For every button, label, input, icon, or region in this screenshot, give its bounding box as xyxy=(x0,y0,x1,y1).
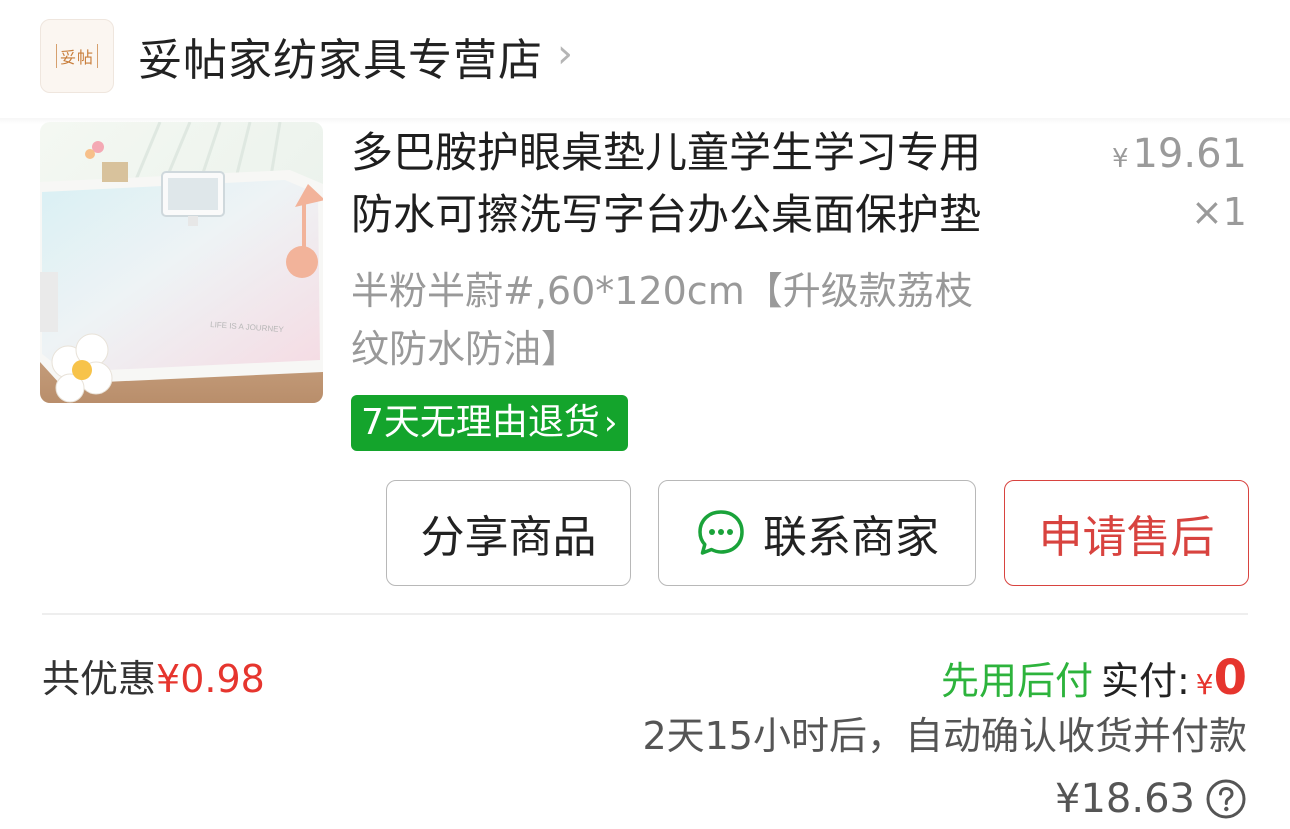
product-spec-line: 纹防水防油】 xyxy=(351,327,580,371)
product-spec: 半粉半蔚#,60*120cm【升级款荔枝 纹防水防油】 xyxy=(351,262,1071,378)
store-logo-text: 妥帖 xyxy=(55,44,98,68)
divider xyxy=(42,613,1248,615)
paid-currency: ¥ xyxy=(1195,668,1214,701)
payment-summary: 先用后付 实付: ¥0 xyxy=(941,648,1247,715)
question-mark-icon[interactable] xyxy=(1205,778,1247,820)
product-title[interactable]: 多巴胺护眼桌垫儿童学生学习专用 防水可擦洗写字台办公桌面保护垫 xyxy=(351,122,1091,246)
quantity: ×1 xyxy=(1190,190,1247,234)
discount-summary: 共优惠¥0.98 xyxy=(42,652,265,706)
price-value: 19.61 xyxy=(1132,131,1247,177)
return-policy-badge[interactable]: 7天无理由退货 › xyxy=(351,395,628,451)
price-currency: ¥ xyxy=(1111,144,1129,174)
discount-amount: ¥0.98 xyxy=(156,657,265,701)
apply-after-sale-label: 申请售后 xyxy=(1038,512,1215,563)
total-amount: ¥18.63 xyxy=(1055,776,1195,822)
discount-label: 共优惠 xyxy=(42,657,157,701)
product-image[interactable]: LIFE IS A JOURNEY xyxy=(40,122,323,403)
store-logo[interactable]: 妥帖 xyxy=(40,19,114,93)
unit-price: ¥19.61 xyxy=(1112,128,1247,185)
paid-amount: 0 xyxy=(1213,650,1247,706)
product-spec-line: 半粉半蔚#,60*120cm【升级款荔枝 xyxy=(351,269,973,313)
share-product-button[interactable]: 分享商品 xyxy=(386,480,631,586)
chat-bubble-icon xyxy=(698,510,744,555)
price-column: ¥19.61 ×1 xyxy=(1112,128,1247,239)
chevron-right-icon: › xyxy=(603,403,618,443)
contact-merchant-button[interactable]: 联系商家 xyxy=(658,480,976,586)
return-policy-label: 7天无理由退货 xyxy=(361,402,600,443)
share-product-label: 分享商品 xyxy=(420,512,597,563)
total-amount-row: ¥18.63 xyxy=(1055,770,1247,828)
pay-later-label[interactable]: 先用后付 xyxy=(941,659,1093,703)
product-title-line: 多巴胺护眼桌垫儿童学生学习专用 xyxy=(351,128,982,177)
store-name[interactable]: 妥帖家纺家具专营店 xyxy=(138,24,543,88)
paid-label: 实付: xyxy=(1100,659,1190,703)
auto-confirm-notice: 2天15小时后，自动确认收货并付款 xyxy=(642,714,1247,758)
chevron-right-icon[interactable]: › xyxy=(557,31,573,77)
apply-after-sale-button[interactable]: 申请售后 xyxy=(1004,480,1249,586)
contact-merchant-label: 联系商家 xyxy=(763,512,939,563)
product-title-line: 防水可擦洗写字台办公桌面保护垫 xyxy=(351,190,982,239)
store-header[interactable]: 妥帖 妥帖家纺家具专营店 › xyxy=(40,18,573,94)
